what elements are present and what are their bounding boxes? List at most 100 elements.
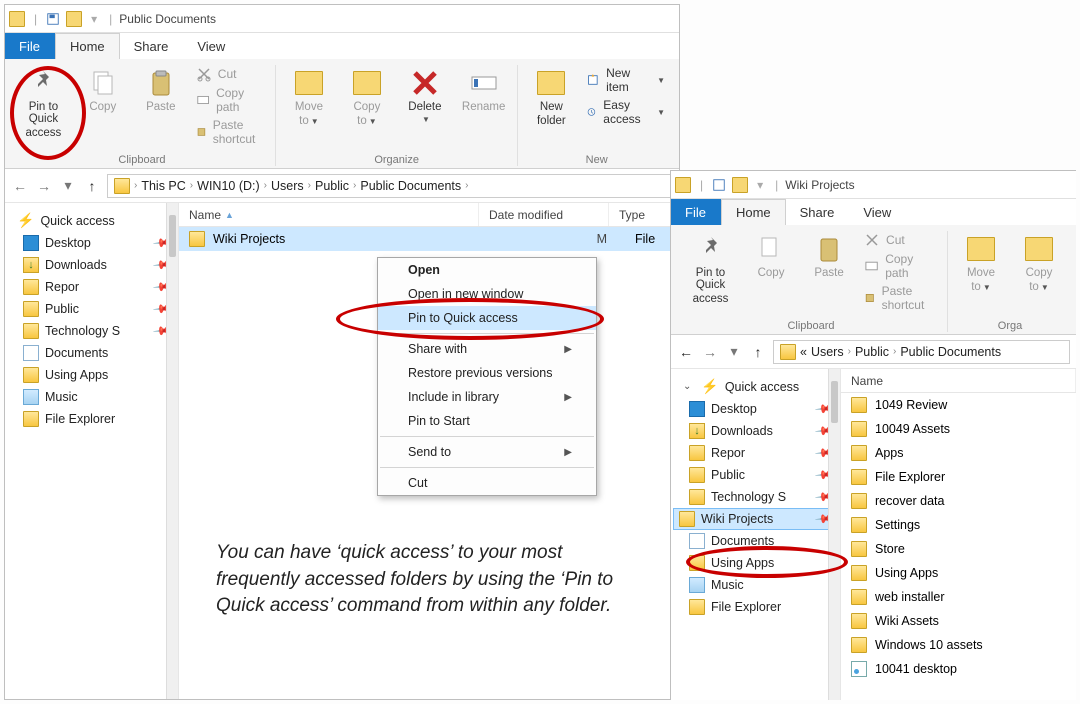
chevron-down-icon[interactable]: ⌄ bbox=[683, 381, 691, 392]
sidebar-item[interactable]: Technology S📌 bbox=[673, 486, 838, 508]
pin-to-quick-access-button[interactable]: Pin to Quick access bbox=[681, 231, 740, 307]
easy-access-button[interactable]: Easy access▼ bbox=[582, 97, 669, 127]
sidebar-item[interactable]: Repor📌 bbox=[673, 442, 838, 464]
sidebar-item[interactable]: Public📌 bbox=[673, 464, 838, 486]
sidebar-scrollbar[interactable] bbox=[828, 369, 840, 700]
tab-file[interactable]: File bbox=[671, 199, 721, 225]
sidebar-item[interactable]: Music bbox=[7, 386, 176, 408]
crumb[interactable]: This PC bbox=[141, 179, 185, 193]
file-row[interactable]: File Explorer bbox=[841, 465, 1076, 489]
col-type[interactable]: Type bbox=[609, 203, 679, 226]
ctx-open-new-window[interactable]: Open in new window bbox=[378, 282, 596, 306]
file-row[interactable]: Store bbox=[841, 537, 1076, 561]
file-row[interactable]: Settings bbox=[841, 513, 1076, 537]
ctx-share-with[interactable]: Share with▶ bbox=[378, 337, 596, 361]
col-date[interactable]: Date modified bbox=[479, 203, 609, 226]
crumb[interactable]: Public Documents bbox=[360, 179, 461, 193]
ctx-pin-to-start[interactable]: Pin to Start bbox=[378, 409, 596, 433]
up-button[interactable]: ↑ bbox=[749, 344, 767, 360]
file-row[interactable]: Wiki Assets bbox=[841, 609, 1076, 633]
ctx-send-to[interactable]: Send to▶ bbox=[378, 440, 596, 464]
file-row[interactable]: Using Apps bbox=[841, 561, 1076, 585]
tab-home[interactable]: Home bbox=[721, 199, 786, 225]
sidebar-item[interactable]: Downloads📌 bbox=[7, 254, 176, 276]
quick-access-header[interactable]: ⚡ Quick access bbox=[7, 209, 176, 232]
copy-path-button[interactable]: Copy path bbox=[192, 85, 269, 115]
save-icon[interactable] bbox=[712, 178, 726, 192]
file-row[interactable]: web installer bbox=[841, 585, 1076, 609]
ctx-open[interactable]: Open bbox=[378, 258, 596, 282]
copy-to-button[interactable]: Copyto▼ bbox=[1012, 231, 1066, 295]
tab-share[interactable]: Share bbox=[120, 33, 184, 59]
breadcrumb[interactable]: › This PC› WIN10 (D:)› Users› Public› Pu… bbox=[107, 174, 673, 198]
ctx-include-in-library[interactable]: Include in library▶ bbox=[378, 385, 596, 409]
quick-access-header[interactable]: ⌄ ⚡ Quick access bbox=[673, 375, 838, 398]
copy-button[interactable]: Copy bbox=[76, 65, 130, 115]
crumb[interactable]: Public Documents bbox=[900, 345, 1001, 359]
save-icon[interactable] bbox=[46, 12, 60, 26]
move-to-button[interactable]: Moveto▼ bbox=[282, 65, 336, 129]
folder-open-icon[interactable] bbox=[732, 177, 748, 193]
folder-open-icon[interactable] bbox=[66, 11, 82, 27]
sidebar-item[interactable]: File Explorer bbox=[673, 596, 838, 618]
up-button[interactable]: ↑ bbox=[83, 178, 101, 194]
sidebar-item[interactable]: Desktop📌 bbox=[7, 232, 176, 254]
col-name[interactable]: Name bbox=[841, 369, 1076, 392]
crumb[interactable]: Public bbox=[315, 179, 349, 193]
ctx-pin-to-quick-access[interactable]: Pin to Quick access bbox=[378, 306, 596, 330]
recent-dropdown[interactable]: ▾ bbox=[725, 343, 743, 360]
move-to-button[interactable]: Moveto▼ bbox=[954, 231, 1008, 295]
sidebar-scrollbar[interactable] bbox=[166, 203, 178, 699]
back-button[interactable]: ← bbox=[677, 344, 695, 360]
file-row-wiki-projects[interactable]: Wiki Projects M File bbox=[179, 227, 679, 251]
paste-shortcut-button[interactable]: Paste shortcut bbox=[860, 283, 941, 313]
cut-button[interactable]: Cut bbox=[192, 65, 269, 83]
sidebar-item[interactable]: Documents bbox=[673, 530, 838, 552]
sidebar-item[interactable]: Public📌 bbox=[7, 298, 176, 320]
paste-button[interactable]: Paste bbox=[134, 65, 188, 115]
sidebar-item[interactable]: Wiki Projects📌 bbox=[673, 508, 838, 530]
sidebar-item[interactable]: Desktop📌 bbox=[673, 398, 838, 420]
col-name[interactable]: Name▲ bbox=[179, 203, 479, 226]
sidebar-item[interactable]: Repor📌 bbox=[7, 276, 176, 298]
sidebar-item[interactable]: Using Apps bbox=[7, 364, 176, 386]
delete-button[interactable]: Delete▼ bbox=[398, 65, 452, 126]
file-row[interactable]: Windows 10 assets bbox=[841, 633, 1076, 657]
tab-view[interactable]: View bbox=[183, 33, 240, 59]
copy-to-button[interactable]: Copyto▼ bbox=[340, 65, 394, 129]
new-folder-button[interactable]: Newfolder bbox=[524, 65, 578, 129]
paste-button[interactable]: Paste bbox=[802, 231, 856, 281]
crumb[interactable]: Users bbox=[811, 345, 844, 359]
new-item-button[interactable]: New item▼ bbox=[582, 65, 669, 95]
file-row[interactable]: 10041 desktop bbox=[841, 657, 1076, 681]
file-row[interactable]: Apps bbox=[841, 441, 1076, 465]
file-row[interactable]: recover data bbox=[841, 489, 1076, 513]
pin-to-quick-access-button[interactable]: Pin to Quick access bbox=[15, 65, 72, 141]
sidebar-item[interactable]: Using Apps bbox=[673, 552, 838, 574]
forward-button[interactable]: → bbox=[701, 344, 719, 360]
crumb[interactable]: Users bbox=[271, 179, 304, 193]
tab-share[interactable]: Share bbox=[786, 199, 850, 225]
crumb[interactable]: WIN10 (D:) bbox=[197, 179, 260, 193]
file-row[interactable]: 1049 Review bbox=[841, 393, 1076, 417]
sidebar-item[interactable]: Technology S📌 bbox=[7, 320, 176, 342]
forward-button[interactable]: → bbox=[35, 178, 53, 194]
recent-dropdown[interactable]: ▾ bbox=[59, 177, 77, 194]
tab-home[interactable]: Home bbox=[55, 33, 120, 59]
sidebar-item[interactable]: Downloads📌 bbox=[673, 420, 838, 442]
rename-button[interactable]: Rename bbox=[456, 65, 511, 115]
sidebar-item[interactable]: Music bbox=[673, 574, 838, 596]
back-button[interactable]: ← bbox=[11, 178, 29, 194]
copy-button[interactable]: Copy bbox=[744, 231, 798, 281]
crumb[interactable]: Public bbox=[855, 345, 889, 359]
sidebar-item[interactable]: Documents bbox=[7, 342, 176, 364]
tab-view[interactable]: View bbox=[849, 199, 906, 225]
sidebar-item[interactable]: File Explorer bbox=[7, 408, 176, 430]
breadcrumb[interactable]: « Users› Public› Public Documents bbox=[773, 340, 1070, 364]
tab-file[interactable]: File bbox=[5, 33, 55, 59]
ctx-restore-versions[interactable]: Restore previous versions bbox=[378, 361, 596, 385]
crumb-overflow[interactable]: « bbox=[800, 345, 807, 359]
cut-button[interactable]: Cut bbox=[860, 231, 941, 249]
file-row[interactable]: 10049 Assets bbox=[841, 417, 1076, 441]
copy-path-button[interactable]: Copy path bbox=[860, 251, 941, 281]
